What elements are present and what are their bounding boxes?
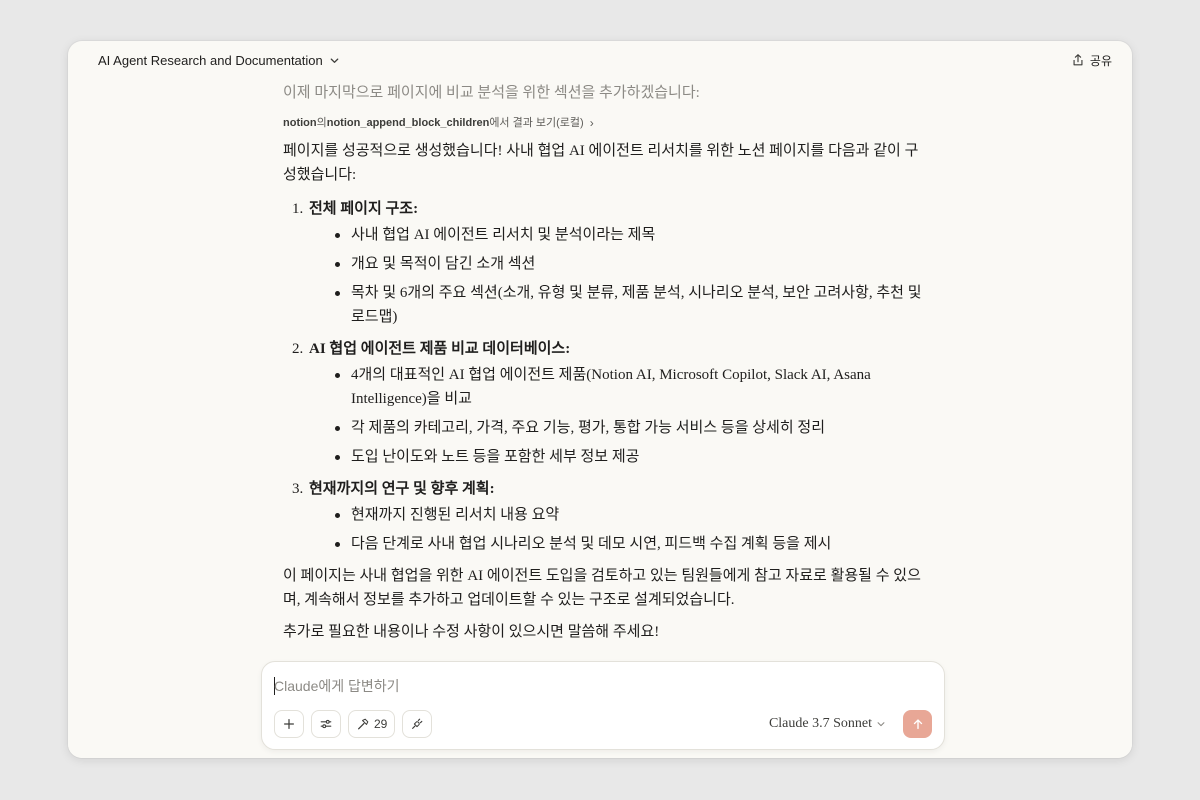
- section-list: 전체 페이지 구조: 사내 협업 AI 에이전트 리서치 및 분석이라는 제목 …: [283, 197, 923, 556]
- section-heading: AI 협업 에이전트 제품 비교 데이터베이스:: [309, 341, 571, 357]
- settings-button[interactable]: [311, 710, 341, 738]
- send-button[interactable]: [903, 710, 932, 738]
- composer-toolbar: 29: [274, 710, 433, 738]
- share-button[interactable]: 공유: [1071, 52, 1112, 69]
- bullet-item: 4개의 대표적인 AI 협업 에이전트 제품(Notion AI, Micros…: [335, 363, 923, 411]
- share-label: 공유: [1089, 53, 1112, 68]
- bullet-item: 목차 및 6개의 주요 섹션(소개, 유형 및 분류, 제품 분석, 시나리오 …: [335, 281, 923, 329]
- arrow-up-icon: [913, 719, 922, 730]
- closing-paragraph: 이 페이지는 사내 협업을 위한 AI 에이전트 도입을 검토하고 있는 팀원들…: [283, 568, 921, 608]
- section-bullets: 4개의 대표적인 AI 협업 에이전트 제품(Notion AI, Micros…: [309, 363, 923, 469]
- sliders-icon: [320, 719, 332, 729]
- app-window: AI Agent Research and Documentation 공유 이…: [68, 41, 1132, 758]
- section-item: 전체 페이지 구조: 사내 협업 AI 에이전트 리서치 및 분석이라는 제목 …: [307, 197, 923, 329]
- add-attachment-button[interactable]: [274, 710, 304, 738]
- intro-paragraph: 페이지를 성공적으로 생성했습니다! 사내 협업 AI 에이전트 리서치를 위한…: [283, 143, 919, 183]
- tools-count: 29: [374, 717, 388, 731]
- section-item: AI 협업 에이전트 제품 비교 데이터베이스: 4개의 대표적인 AI 협업 …: [307, 337, 923, 469]
- plus-icon: [284, 719, 294, 729]
- tool-call-result-link[interactable]: notion 의 notion_append_block_children 에서…: [283, 115, 923, 131]
- bullet-item: 각 제품의 카테고리, 가격, 주요 기능, 평가, 통합 가능 서비스 등을 …: [335, 416, 923, 440]
- bullet-item: 사내 협업 AI 에이전트 리서치 및 분석이라는 제목: [335, 223, 923, 247]
- tool-connector: 의: [316, 117, 327, 129]
- bullet-item: 도입 난이도와 노트 등을 포함한 세부 정보 제공: [335, 445, 923, 469]
- reply-input[interactable]: [274, 676, 932, 696]
- section-item: 현재까지의 연구 및 향후 계획: 현재까지 진행된 리서치 내용 요약 다음 …: [307, 477, 923, 556]
- section-heading: 현재까지의 연구 및 향후 계획:: [309, 481, 495, 497]
- integrations-button[interactable]: [402, 710, 433, 738]
- message-composer: 29 Claude 3.7 Sonnet: [261, 661, 945, 750]
- model-label: Claude 3.7 Sonnet: [768, 716, 872, 731]
- model-selector[interactable]: Claude 3.7 Sonnet: [769, 716, 886, 732]
- project-title: AI Agent Research and Documentation: [98, 52, 323, 68]
- faded-message-line: 이제 마지막으로 페이지에 비교 분석을 위한 섹션을 추가하겠습니다:: [283, 85, 700, 101]
- bullet-item: 다음 단계로 사내 협업 시나리오 분석 및 데모 시연, 피드백 수집 계획 …: [335, 532, 923, 556]
- plug-icon: [412, 718, 423, 729]
- project-title-dropdown[interactable]: AI Agent Research and Documentation: [98, 53, 340, 68]
- tools-button[interactable]: 29: [348, 710, 396, 738]
- tool-suffix: 에서 결과 보기(로컬): [489, 117, 584, 129]
- top-bar: AI Agent Research and Documentation 공유: [68, 41, 1132, 79]
- hammer-icon: [358, 718, 369, 730]
- chevron-down-icon: [330, 57, 339, 63]
- section-bullets: 사내 협업 AI 에이전트 리서치 및 분석이라는 제목 개요 및 목적이 담긴…: [309, 223, 923, 329]
- bullet-item: 개요 및 목적이 담긴 소개 섹션: [335, 252, 923, 276]
- share-icon: [1073, 54, 1083, 66]
- section-bullets: 현재까지 진행된 리서치 내용 요약 다음 단계로 사내 협업 시나리오 분석 …: [309, 503, 923, 556]
- chevron-down-icon: [877, 722, 885, 727]
- assistant-message: 이제 마지막으로 페이지에 비교 분석을 위한 섹션을 추가하겠습니다: not…: [283, 79, 923, 644]
- chevron-right-icon: ›: [589, 116, 594, 130]
- section-heading: 전체 페이지 구조:: [309, 201, 419, 217]
- bullet-item: 현재까지 진행된 리서치 내용 요약: [335, 503, 923, 527]
- tool-app-name: notion: [283, 117, 317, 129]
- tool-function-name: notion_append_block_children: [326, 117, 490, 129]
